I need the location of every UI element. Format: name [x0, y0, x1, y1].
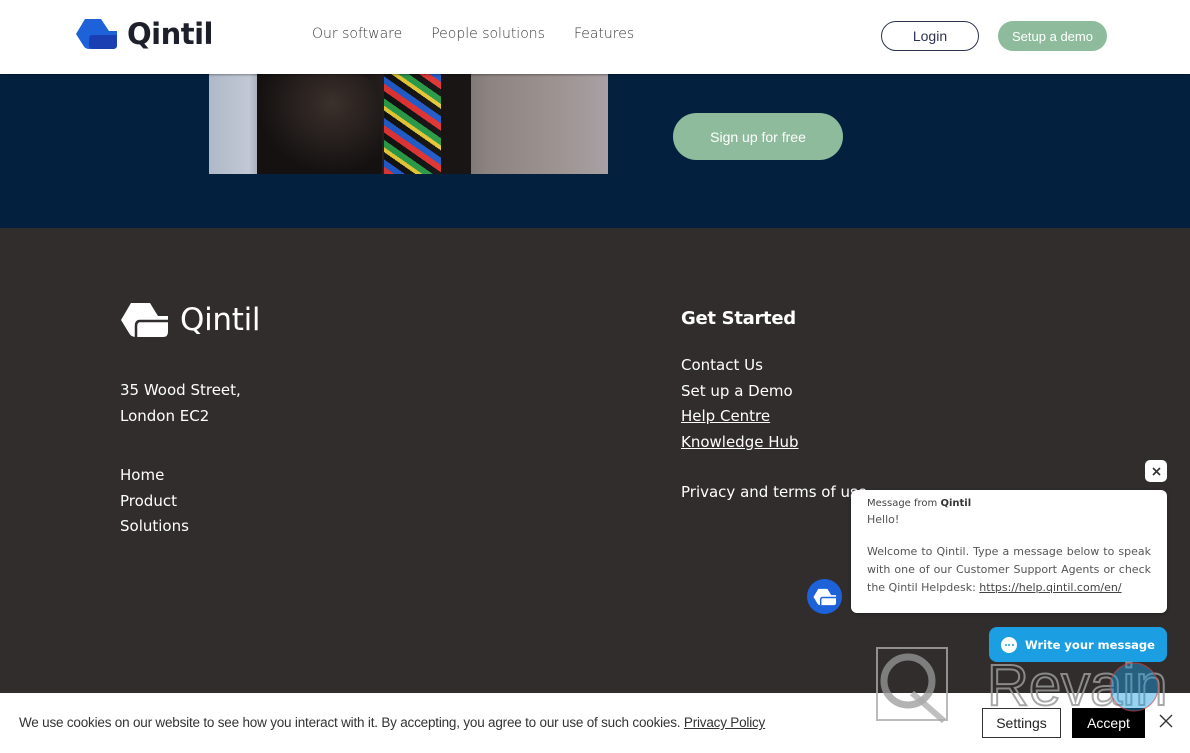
nav-features[interactable]: Features: [574, 26, 634, 42]
cookie-message: We use cookies on our website to see how…: [19, 715, 765, 730]
address-line: 35 Wood Street,: [120, 381, 241, 399]
nav-our-software[interactable]: Our software: [312, 26, 402, 42]
footer-links: Home Product Solutions: [120, 463, 189, 540]
footer-link-solutions[interactable]: Solutions: [120, 514, 189, 540]
chat-bubble-icon: [1001, 636, 1018, 653]
chat-close-button[interactable]: [1145, 460, 1167, 482]
close-icon: [1151, 466, 1161, 476]
site-header: Qintil Our software People solutions Fea…: [0, 0, 1190, 74]
footer-link-help-centre[interactable]: Help Centre: [681, 404, 799, 430]
footer-address: 35 Wood Street, London EC2: [120, 378, 241, 429]
address-line: London EC2: [120, 406, 210, 425]
brand-name: Qintil: [127, 17, 213, 51]
photo-jacket: [257, 74, 382, 174]
photo-jacket-edge: [441, 74, 471, 174]
login-button[interactable]: Login: [881, 21, 979, 51]
get-started-heading: Get Started: [681, 308, 796, 329]
footer-link-set-up-demo[interactable]: Set up a Demo: [681, 379, 799, 405]
signup-button[interactable]: Sign up for free: [673, 113, 843, 160]
qintil-logo-icon: [812, 588, 836, 605]
footer-link-home[interactable]: Home: [120, 463, 189, 489]
cookie-close-button[interactable]: [1158, 713, 1176, 731]
hero-photo: [209, 74, 608, 174]
privacy-policy-link[interactable]: Privacy Policy: [684, 715, 765, 730]
chat-body: Welcome to Qintil. Type a message below …: [867, 543, 1151, 597]
nav-people-solutions[interactable]: People solutions: [431, 26, 545, 42]
footer-link-knowledge-hub[interactable]: Knowledge Hub: [681, 430, 799, 456]
helpdesk-link[interactable]: https://help.qintil.com/en/: [979, 581, 1121, 594]
write-message-label: Write your message: [1025, 637, 1155, 652]
cookie-text: We use cookies on our website to see how…: [19, 715, 681, 730]
footer-link-privacy-terms[interactable]: Privacy and terms of use: [681, 480, 867, 506]
hero-section: Sign up for free: [0, 74, 1190, 228]
chat-sender-name: Qintil: [940, 498, 972, 509]
chat-greeting: Hello!: [867, 513, 900, 526]
chat-from-prefix: Message from: [867, 498, 938, 509]
footer-link-contact-us[interactable]: Contact Us: [681, 353, 799, 379]
chat-sender-line: Message from Qintil: [867, 498, 1151, 509]
chat-message-bubble: Message from Qintil Hello! Welcome to Qi…: [851, 490, 1167, 613]
footer-logo[interactable]: Qintil: [120, 302, 261, 338]
qintil-logo-icon: [76, 19, 117, 49]
close-icon: [1159, 714, 1173, 728]
photo-dress: [384, 74, 444, 174]
chat-agent-avatar[interactable]: [807, 579, 842, 614]
cookie-banner: We use cookies on our website to see how…: [0, 693, 1190, 753]
main-nav: Our software People solutions Features: [312, 26, 634, 42]
setup-demo-button[interactable]: Setup a demo: [998, 21, 1107, 51]
qintil-logo-icon: [121, 303, 168, 337]
cookie-settings-button[interactable]: Settings: [982, 708, 1061, 738]
write-message-button[interactable]: Write your message: [989, 627, 1167, 662]
footer-link-product[interactable]: Product: [120, 489, 189, 515]
footer-brand-name: Qintil: [180, 302, 261, 338]
cookie-accept-button[interactable]: Accept: [1072, 708, 1145, 738]
brand-logo[interactable]: Qintil: [75, 17, 213, 51]
get-started-links: Contact Us Set up a Demo Help Centre Kno…: [681, 353, 799, 455]
